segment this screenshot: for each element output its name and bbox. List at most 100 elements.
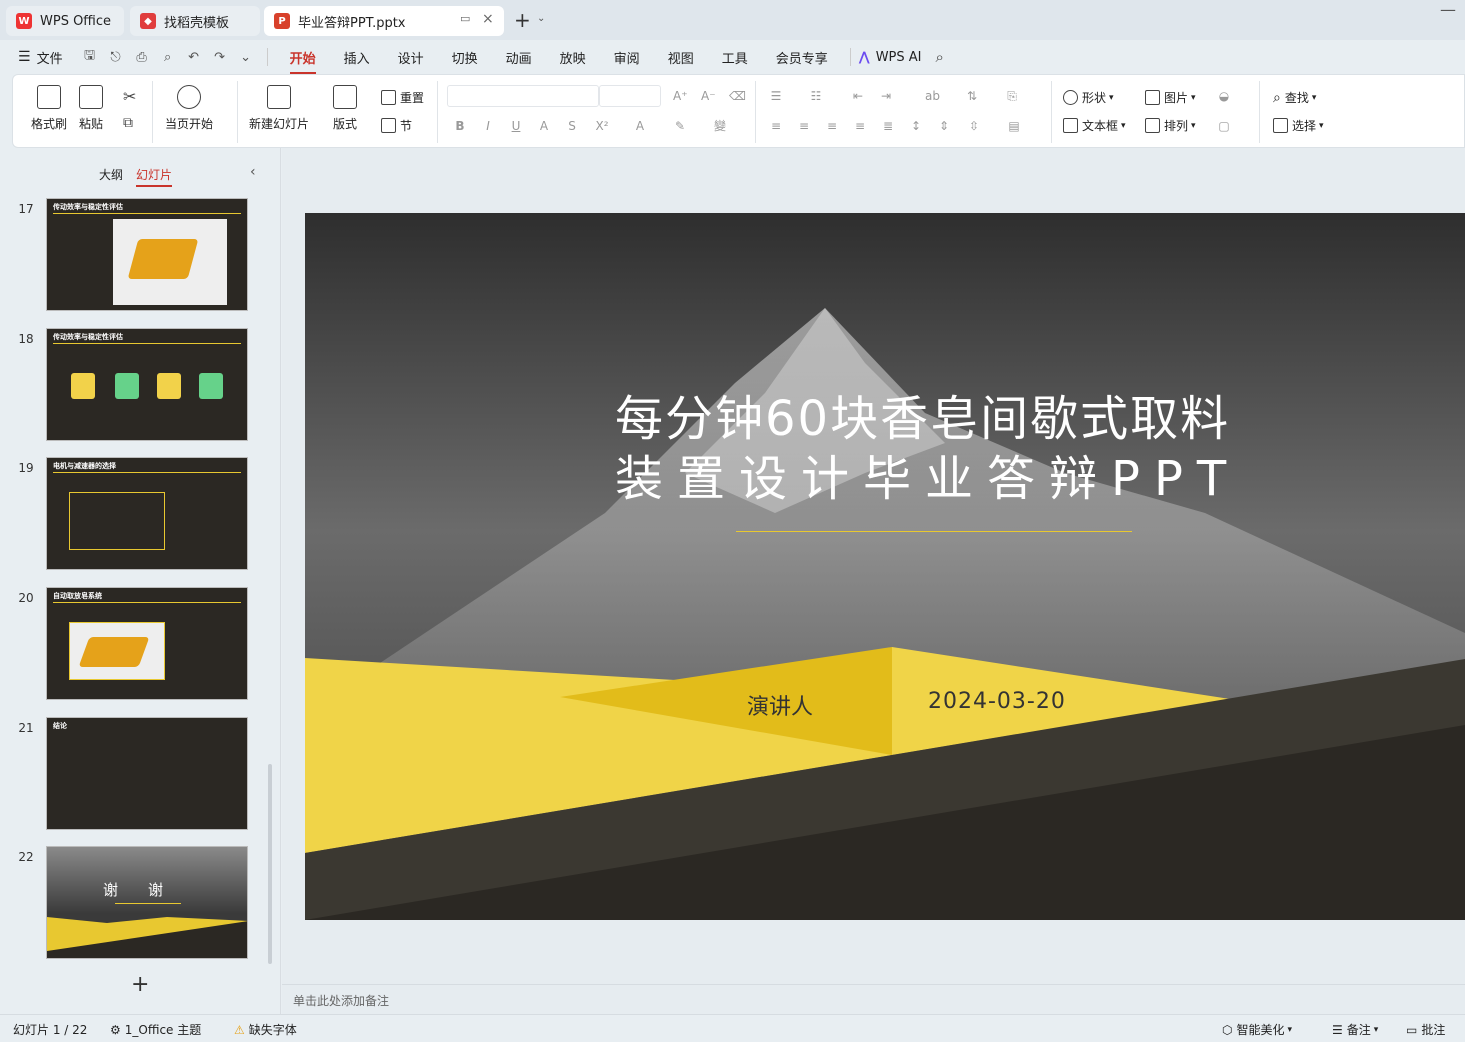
shape-button[interactable]: 形状 ▾	[1063, 89, 1114, 106]
select-button[interactable]: 选择 ▾	[1273, 117, 1324, 134]
font-size-select[interactable]	[599, 85, 661, 107]
section-button[interactable]: 节	[381, 117, 412, 134]
paragraph-spacing-icon[interactable]: ⇕	[937, 119, 951, 133]
notes-input[interactable]: 单击此处添加备注	[282, 984, 1465, 1014]
print-preview-icon[interactable]: ⌕	[160, 49, 176, 65]
add-slide-button[interactable]: +	[131, 972, 149, 997]
tab-presentation[interactable]: P 毕业答辩PPT.pptx ▭ ×	[264, 6, 504, 36]
menu-tools[interactable]: 工具	[708, 48, 762, 67]
font-family-select[interactable]	[447, 85, 599, 107]
presentation-date[interactable]: 2024-03-20	[928, 689, 1066, 714]
cut-icon[interactable]: ✂	[123, 87, 136, 106]
find-button[interactable]: ⌕ 查找 ▾	[1273, 89, 1316, 106]
menu-member[interactable]: 会员专享	[762, 48, 842, 67]
redo-icon[interactable]: ↷	[212, 49, 228, 65]
textbox-button[interactable]: 文本框 ▾	[1063, 117, 1126, 134]
menu-design[interactable]: 设计	[384, 48, 438, 67]
wps-ai-button[interactable]: WPS AI	[876, 50, 922, 65]
menu-review[interactable]: 审阅	[600, 48, 654, 67]
tab-wps-office[interactable]: W WPS Office	[6, 6, 124, 36]
char-spacing-icon[interactable]: 變	[713, 119, 727, 133]
justify-icon[interactable]: ≡	[853, 119, 867, 133]
decrease-indent-icon[interactable]: ⇤	[851, 89, 865, 103]
scrollbar[interactable]	[268, 764, 272, 964]
theme-button[interactable]: ⚙ 1_Office 主题	[110, 1021, 201, 1038]
align-center-icon[interactable]: ≡	[797, 119, 811, 133]
align-left-icon[interactable]: ≡	[769, 119, 783, 133]
align-right-icon[interactable]: ≡	[825, 119, 839, 133]
vertical-align-icon[interactable]: ⇳	[967, 119, 981, 133]
shadow-icon[interactable]: S	[565, 119, 579, 133]
close-icon[interactable]: ×	[482, 11, 494, 27]
tab-docer[interactable]: ◆ 找稻壳模板	[130, 6, 260, 36]
wps-logo-icon: W	[16, 13, 32, 29]
hamburger-icon[interactable]: ☰	[18, 49, 31, 65]
new-slide-button[interactable]: 新建幻灯片	[249, 85, 309, 132]
slide-thumbnail[interactable]: 结论	[46, 717, 248, 830]
decrease-font-icon[interactable]: A⁻	[701, 89, 716, 103]
slide-title-line2[interactable]: 装置设计毕业答辩PPT	[615, 439, 1240, 509]
columns-icon[interactable]: ▤	[1007, 119, 1021, 133]
menu-view[interactable]: 视图	[654, 48, 708, 67]
beautify-button[interactable]: ⬡ 智能美化 ▾	[1222, 1021, 1292, 1038]
print-icon[interactable]: ⎙	[134, 49, 150, 65]
slide-thumbnail[interactable]: 谢 谢	[46, 846, 248, 959]
arrange-button[interactable]: 排列 ▾	[1145, 117, 1196, 134]
bold-icon[interactable]: B	[453, 119, 467, 133]
chevron-down-icon[interactable]: ⌄	[238, 49, 254, 65]
clear-format-icon[interactable]: ⌫	[729, 89, 746, 103]
menu-home[interactable]: 开始	[276, 48, 330, 74]
presenter-label[interactable]: 演讲人	[747, 689, 813, 721]
menu-slideshow[interactable]: 放映	[546, 48, 600, 67]
slide-counter: 幻灯片 1 / 22	[13, 1023, 88, 1037]
increase-indent-icon[interactable]: ⇥	[879, 89, 893, 103]
convert-icon[interactable]: ⎘	[1005, 89, 1019, 103]
line-spacing-icon[interactable]: ↕	[909, 119, 923, 133]
increase-font-icon[interactable]: A⁺	[673, 89, 688, 103]
bullet-list-icon[interactable]: ☰	[769, 89, 783, 103]
format-painter-button[interactable]: 格式刷	[31, 85, 67, 132]
slide-thumbnail[interactable]: 传动效率与稳定性评估	[46, 328, 248, 441]
tab-outline[interactable]: 大纲	[99, 166, 123, 183]
collapse-icon[interactable]: ‹	[250, 164, 256, 180]
share-icon[interactable]: ⎋	[108, 49, 124, 65]
menu-animation[interactable]: 动画	[492, 48, 546, 67]
numbered-list-icon[interactable]: ☷	[809, 89, 823, 103]
copy-icon[interactable]: ⧉	[123, 115, 133, 131]
slide-thumbnail[interactable]: 传动效率与稳定性评估	[46, 198, 248, 311]
menu-transition[interactable]: 切换	[438, 48, 492, 67]
notes-button[interactable]: ☰ 备注 ▾	[1332, 1021, 1378, 1038]
font-color-icon[interactable]: A	[633, 119, 647, 133]
undo-icon[interactable]: ↶	[186, 49, 202, 65]
minimize-icon[interactable]: —	[1440, 0, 1456, 19]
current-slide[interactable]: 每分钟60块香皂间歇式取料 装置设计毕业答辩PPT 演讲人 2024-03-20	[305, 213, 1465, 920]
missing-font-button[interactable]: ⚠ 缺失字体	[234, 1021, 297, 1038]
underline-icon[interactable]: U	[509, 119, 523, 133]
outline-icon[interactable]: ▢	[1217, 119, 1231, 133]
slide-number: 18	[18, 332, 34, 346]
play-from-current-button[interactable]: 当页开始	[165, 85, 213, 132]
italic-icon[interactable]: I	[481, 119, 495, 133]
superscript-icon[interactable]: X²	[595, 119, 609, 133]
fill-icon[interactable]: ◒	[1217, 89, 1231, 103]
slide-thumbnail[interactable]: 电机与减速器的选择	[46, 457, 248, 570]
restore-icon[interactable]: ▭	[460, 12, 470, 25]
comments-button[interactable]: ▭ 批注	[1406, 1021, 1445, 1038]
sort-icon[interactable]: ⇅	[965, 89, 979, 103]
menu-file[interactable]: 文件	[31, 48, 77, 67]
picture-button[interactable]: 图片 ▾	[1145, 89, 1196, 106]
highlight-icon[interactable]: ✎	[673, 119, 687, 133]
reset-button[interactable]: 重置	[381, 89, 424, 106]
tab-slides[interactable]: 幻灯片	[136, 166, 173, 187]
search-icon[interactable]: ⌕	[936, 48, 944, 66]
new-tab-icon[interactable]: +	[514, 8, 531, 32]
slide-thumbnail[interactable]: 自动取放皂系统	[46, 587, 248, 700]
chevron-down-icon[interactable]: ⌄	[537, 13, 545, 24]
strikethrough-icon[interactable]: A	[537, 119, 551, 133]
menu-insert[interactable]: 插入	[330, 48, 384, 67]
save-icon[interactable]: 🖫	[82, 48, 98, 65]
distribute-icon[interactable]: ≣	[881, 119, 895, 133]
paste-button[interactable]: 粘贴	[79, 85, 103, 132]
text-direction-icon[interactable]: ab	[925, 89, 940, 103]
layout-button[interactable]: 版式	[333, 85, 357, 132]
